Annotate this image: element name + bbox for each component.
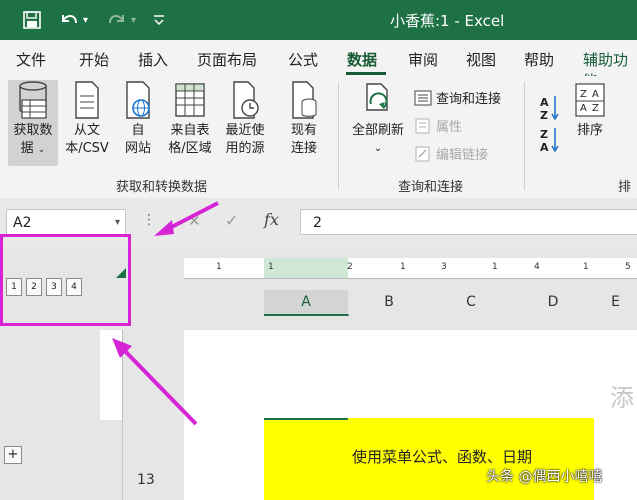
annotation-arrows <box>112 201 219 426</box>
watermark-text: 头条 @偶西小嘻嘻 <box>486 469 603 485</box>
